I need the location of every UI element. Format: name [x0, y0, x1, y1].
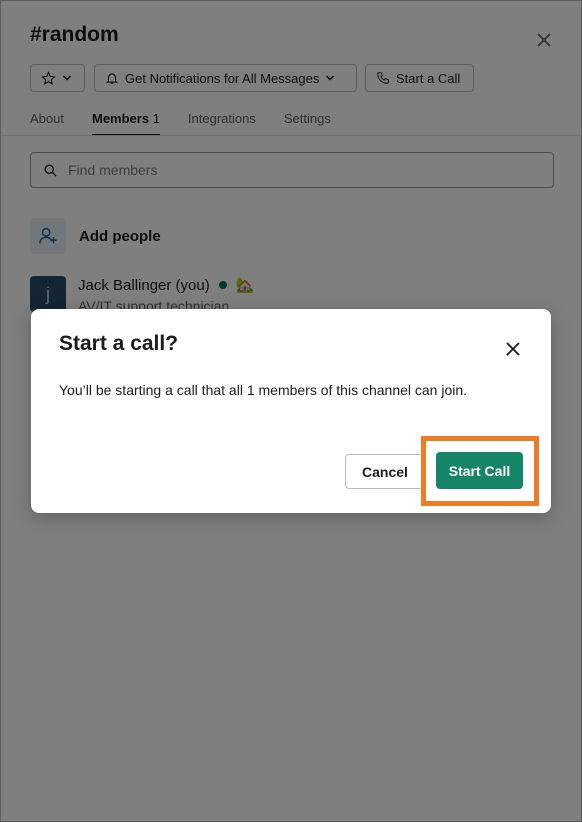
dialog-title: Start a call? [59, 332, 179, 355]
close-icon[interactable] [502, 338, 524, 360]
start-call-dialog: Start a call? You’ll be starting a call … [31, 309, 551, 513]
start-call-button[interactable]: Start Call [436, 452, 523, 489]
dialog-message: You’ll be starting a call that all 1 mem… [59, 382, 468, 398]
cancel-button[interactable]: Cancel [345, 454, 425, 489]
